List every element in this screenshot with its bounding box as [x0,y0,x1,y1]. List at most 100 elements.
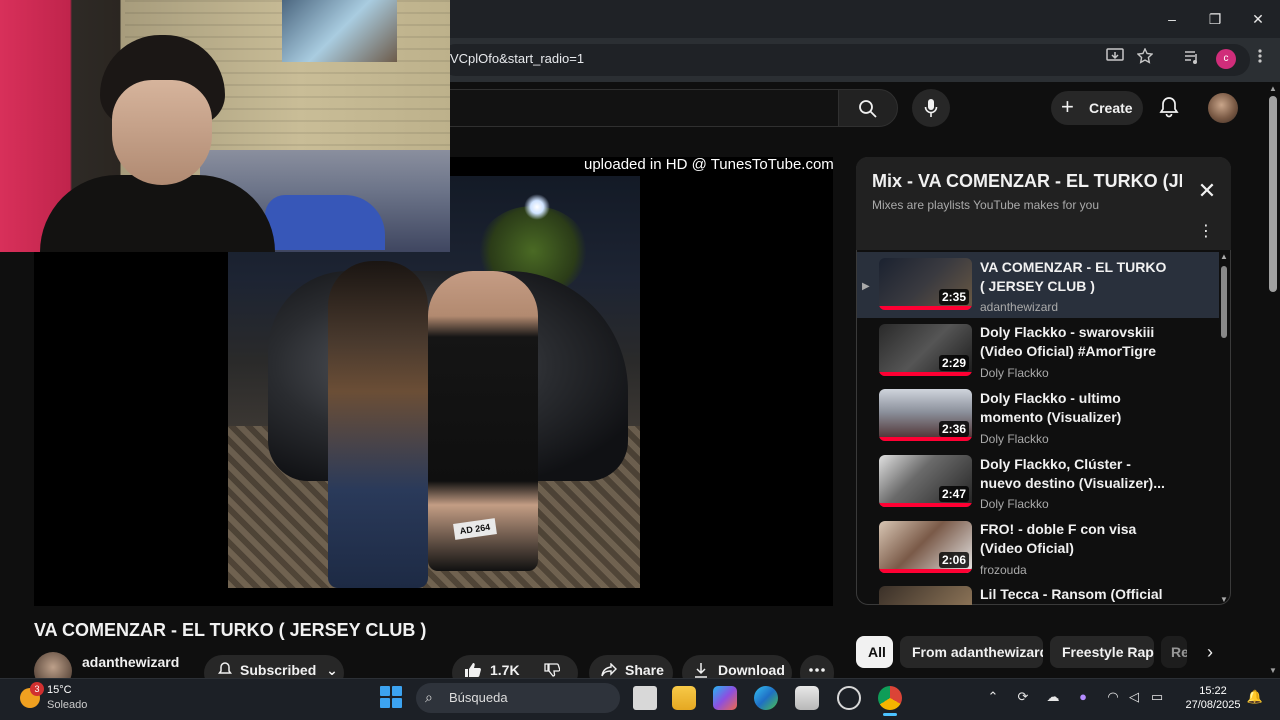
sync-icon[interactable]: ⟳ [1014,688,1032,706]
bookmark-star-icon[interactable] [1133,47,1157,70]
microsoft-store-icon[interactable] [795,686,819,710]
search-input[interactable] [430,89,838,127]
close-window-button[interactable]: ✕ [1246,8,1270,30]
video-title: VA COMENZAR - EL TURKO ( JERSEY CLUB ) [34,620,427,640]
volume-icon[interactable]: ◁ [1125,688,1143,706]
mix-playlist-subtitle: Mixes are playlists YouTube makes for yo… [872,198,1099,212]
weather-description[interactable]: Soleado [47,699,87,711]
microphone-in-use-icon[interactable]: ● [1074,688,1092,706]
playlist-item-channel[interactable]: Doly Flackko [980,432,1049,446]
file-explorer-icon[interactable] [672,686,696,710]
share-label: Share [625,662,664,678]
cover-street-light [524,194,550,220]
battery-icon[interactable]: ▭ [1148,688,1166,706]
webcam-person-shirt [40,175,275,252]
tray-overflow-chevron-icon[interactable]: ⌃ [984,688,1002,706]
bell-icon [218,662,232,674]
weather-temperature[interactable]: 15°C [47,684,72,696]
subscribed-label: Subscribed [240,662,317,678]
watch-progress-bar [879,306,972,310]
thumbs-down-icon[interactable] [544,663,560,677]
chrome-menu-icon[interactable] [1248,48,1272,70]
taskbar-search-box[interactable] [416,683,620,713]
app-icon[interactable] [837,686,861,710]
playlist-item-title[interactable]: Doly Flackko - ultimo momento (Visualize… [980,389,1170,427]
video-watermark-text: uploaded in HD @ TunesToTube.com [584,156,834,173]
weather-badge: 3 [30,682,44,696]
notifications-bell-icon[interactable] [1158,96,1180,118]
chip-freestyle-rap[interactable]: Freestyle Rap [1050,636,1154,668]
taskbar-search-placeholder[interactable]: Búsqueda [449,690,508,705]
page-scroll-down-icon[interactable]: ▼ [1268,666,1278,676]
playlist-item-title[interactable]: Lil Tecca - Ransom (Official [980,585,1170,605]
close-icon[interactable]: ✕ [1196,180,1218,202]
address-bar-url[interactable]: VCplOfo&start_radio=1 [450,51,584,66]
microphone-icon [924,99,938,117]
more-horizontal-icon [809,668,825,672]
channel-name[interactable]: adanthewizard [82,654,179,670]
download-icon [695,663,707,678]
account-avatar[interactable] [1208,93,1238,123]
windows-start-icon[interactable] [380,686,402,708]
install-app-icon[interactable] [1103,48,1127,70]
chevron-down-icon: ⌄ [326,662,338,678]
notifications-icon[interactable]: 🔔 [1246,688,1264,706]
playlist-scrollbar[interactable]: ▲ ▼ [1219,252,1229,605]
playlist-item-channel[interactable]: frozouda [980,563,1027,577]
mix-playlist-title[interactable]: Mix - VA COMENZAR - EL TURKO (JERSEY CLU… [872,171,1182,192]
page-scrollbar-thumb[interactable] [1269,96,1277,292]
wifi-icon[interactable]: ◠ [1104,688,1122,706]
more-vertical-icon[interactable]: ⋮ [1198,222,1214,242]
like-count[interactable]: 1.7K [490,662,520,678]
task-view-icon[interactable] [633,686,657,710]
media-queue-icon[interactable] [1180,48,1204,70]
chevron-right-icon[interactable]: › [1198,640,1222,664]
profile-avatar[interactable]: c [1216,49,1236,69]
search-icon: ⌕ [425,689,433,705]
video-duration: 2:47 [939,486,970,502]
video-duration: 2:35 [939,289,970,305]
edge-browser-icon[interactable] [754,686,778,710]
playlist-item-title[interactable]: FRO! - doble F con visa (Video Oficial) [980,520,1170,558]
plus-icon: + [1061,94,1074,119]
playlist-thumbnail[interactable] [879,586,972,605]
watch-progress-bar [879,372,972,376]
page-scroll-up-icon[interactable]: ▲ [1268,84,1278,94]
scroll-down-arrow-icon[interactable]: ▼ [1219,595,1229,605]
webcam-overlay [0,0,450,252]
chip-partial[interactable]: Re [1161,636,1187,668]
search-icon [859,100,877,118]
page-scrollbar[interactable]: ▲ ▼ [1266,82,1280,678]
share-icon [601,663,617,677]
search-button[interactable] [838,89,898,127]
playlist-item-title[interactable]: VA COMENZAR - EL TURKO ( JERSEY CLUB ) [980,258,1170,296]
playlist-item-title[interactable]: Doly Flackko, Clúster - nuevo destino (V… [980,455,1170,493]
thumbs-up-icon[interactable] [464,662,482,678]
active-app-indicator [883,713,897,716]
screen: – ❐ ✕ VCplOfo&start_radio=1 c Create + u… [0,0,1280,720]
playlist-item-channel[interactable]: adanthewizard [980,300,1058,314]
chip-from-channel[interactable]: From adanthewizard [900,636,1043,668]
cover-person-left [328,261,428,588]
playlist-item-channel[interactable]: Doly Flackko [980,366,1049,380]
scroll-up-arrow-icon[interactable]: ▲ [1219,252,1229,262]
webcam-person-face [112,80,212,185]
taskbar-clock[interactable]: 15:22 27/08/2025 [1184,684,1242,712]
playlist-scrollbar-thumb[interactable] [1221,266,1227,338]
download-label: Download [718,662,785,678]
now-playing-icon: ▶ [862,281,870,292]
video-duration: 2:36 [939,421,970,437]
watch-progress-bar [879,569,972,573]
watch-progress-bar [879,437,972,441]
minimize-button[interactable]: – [1160,8,1184,30]
chip-all[interactable]: All [856,636,893,668]
onedrive-cloud-icon[interactable]: ☁ [1044,688,1062,706]
chrome-icon[interactable] [878,686,902,710]
video-duration: 2:29 [939,355,970,371]
microsoft-365-icon[interactable] [713,686,737,710]
playlist-item-channel[interactable]: Doly Flackko [980,497,1049,511]
maximize-button[interactable]: ❐ [1203,8,1227,30]
playlist-item-title[interactable]: Doly Flackko - swarovskiii (Video Oficia… [980,323,1170,361]
webcam-poster [282,0,397,62]
voice-search-button[interactable] [912,89,950,127]
